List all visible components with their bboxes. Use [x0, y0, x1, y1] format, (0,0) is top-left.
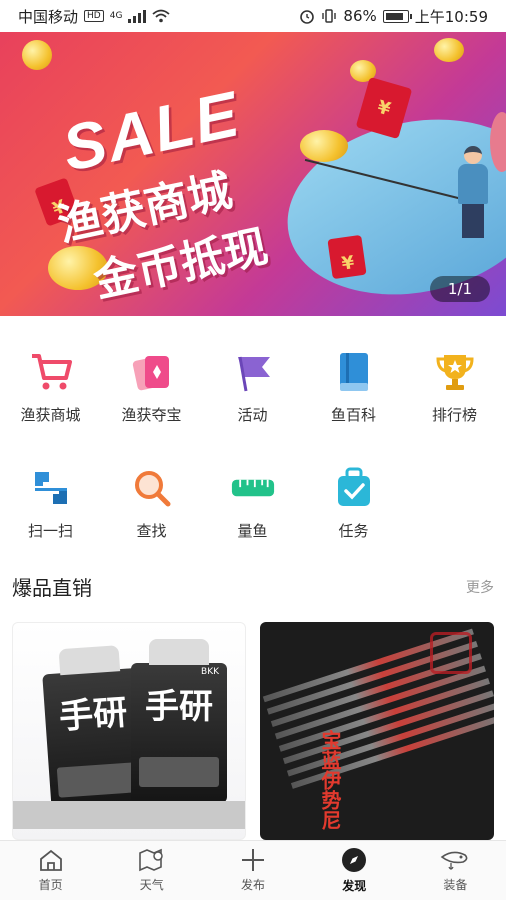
tab-discover[interactable]: 发现 [304, 841, 405, 900]
more-link[interactable]: 更多 [466, 577, 494, 597]
brand-label: BKK [201, 667, 219, 677]
flag-icon [231, 350, 275, 394]
shortcut-label: 鱼百科 [330, 406, 376, 424]
tab-home[interactable]: 首页 [0, 841, 101, 900]
tab-publish[interactable]: 发布 [202, 841, 303, 900]
status-bar: 中国移动 HD 4G 86% 上午10:59 [0, 0, 506, 32]
search-icon [130, 466, 174, 510]
shopping-cart-icon [29, 350, 73, 394]
shortcut-label: 任务 [338, 522, 369, 540]
compass-icon [342, 848, 367, 872]
plus-icon [242, 849, 264, 871]
product-image: BKK 手研 [131, 639, 227, 803]
quick-actions-row-1: 渔获商城 渔获夺宝 活动 鱼百科 排行榜 [0, 350, 506, 425]
shortcut-treasure[interactable]: 渔获夺宝 [101, 350, 202, 425]
product-floor [13, 801, 245, 829]
home-icon [39, 849, 62, 871]
clock: 上午10:59 [414, 7, 488, 26]
product-card[interactable]: 宝蓝伊势尼 [260, 622, 494, 840]
tab-label: 天气 [139, 878, 164, 892]
shortcut-fish-encyclopedia[interactable]: 鱼百科 [303, 350, 404, 425]
tab-label: 装备 [443, 878, 468, 892]
shortcut-search[interactable]: 查找 [101, 466, 202, 541]
weather-icon [138, 848, 163, 872]
book-icon [332, 350, 376, 394]
fisherman-illustration [456, 140, 492, 240]
network-label: 4G [109, 11, 123, 21]
shortcut-label: 扫一扫 [27, 522, 73, 540]
shortcut-mall[interactable]: 渔获商城 [0, 350, 101, 425]
battery-icon [382, 9, 412, 23]
tab-label: 发现 [342, 879, 367, 893]
product-card[interactable]: 手研 BKK 手研 [12, 622, 246, 840]
coin-icon [300, 130, 348, 162]
alarm-icon [300, 10, 315, 24]
scan-icon [29, 466, 73, 510]
shortcut-leaderboard[interactable]: 排行榜 [404, 350, 505, 425]
shortcut-label: 活动 [237, 406, 268, 424]
shortcut-events[interactable]: 活动 [202, 350, 303, 425]
coin-icon [434, 38, 464, 62]
shortcut-label: 排行榜 [431, 406, 477, 424]
vibrate-icon [322, 9, 337, 23]
shortcut-label: 查找 [136, 522, 167, 540]
shortcut-measure-fish[interactable]: 量鱼 [202, 466, 303, 541]
tab-label: 发布 [241, 878, 266, 892]
product-image-text: 宝蓝伊势尼 [318, 730, 342, 830]
wifi-icon [152, 9, 171, 23]
ruler-icon [231, 466, 275, 510]
shortcut-tasks[interactable]: 任务 [303, 466, 404, 541]
hd-badge: HD [84, 10, 104, 22]
cards-icon [130, 350, 174, 394]
red-envelope-icon [327, 234, 367, 280]
bottom-tab-bar: 首页 天气 发布 发现 装备 [0, 840, 506, 900]
task-bag-icon [332, 466, 376, 510]
shortcut-scan[interactable]: 扫一扫 [0, 466, 101, 541]
hot-sales-header: 爆品直销 更多 [12, 572, 494, 601]
tab-gear[interactable]: 装备 [405, 841, 506, 900]
carrier-label: 中国移动 [18, 7, 79, 26]
brand-seal-icon [430, 632, 472, 674]
section-title: 爆品直销 [12, 576, 92, 600]
product-image-text: 手研 [145, 687, 213, 727]
shortcut-label: 量鱼 [237, 522, 268, 540]
trophy-icon [433, 350, 477, 394]
battery-percent: 86% [343, 7, 377, 25]
tab-weather[interactable]: 天气 [101, 841, 202, 900]
banner-page-indicator: 1/1 [430, 276, 490, 302]
product-image-text: 手研 [57, 692, 129, 738]
coin-icon [22, 40, 52, 70]
quick-actions-row-2: 扫一扫 查找 量鱼 任务 [0, 466, 506, 541]
signal-icon [128, 9, 147, 23]
shortcut-label: 渔获夺宝 [121, 406, 182, 424]
tab-label: 首页 [38, 878, 63, 892]
promo-banner[interactable]: SALE 渔获商城 金币抵现 1/1 [0, 32, 506, 316]
shortcut-label: 渔获商城 [20, 406, 81, 424]
fishing-lure-icon [441, 851, 468, 870]
